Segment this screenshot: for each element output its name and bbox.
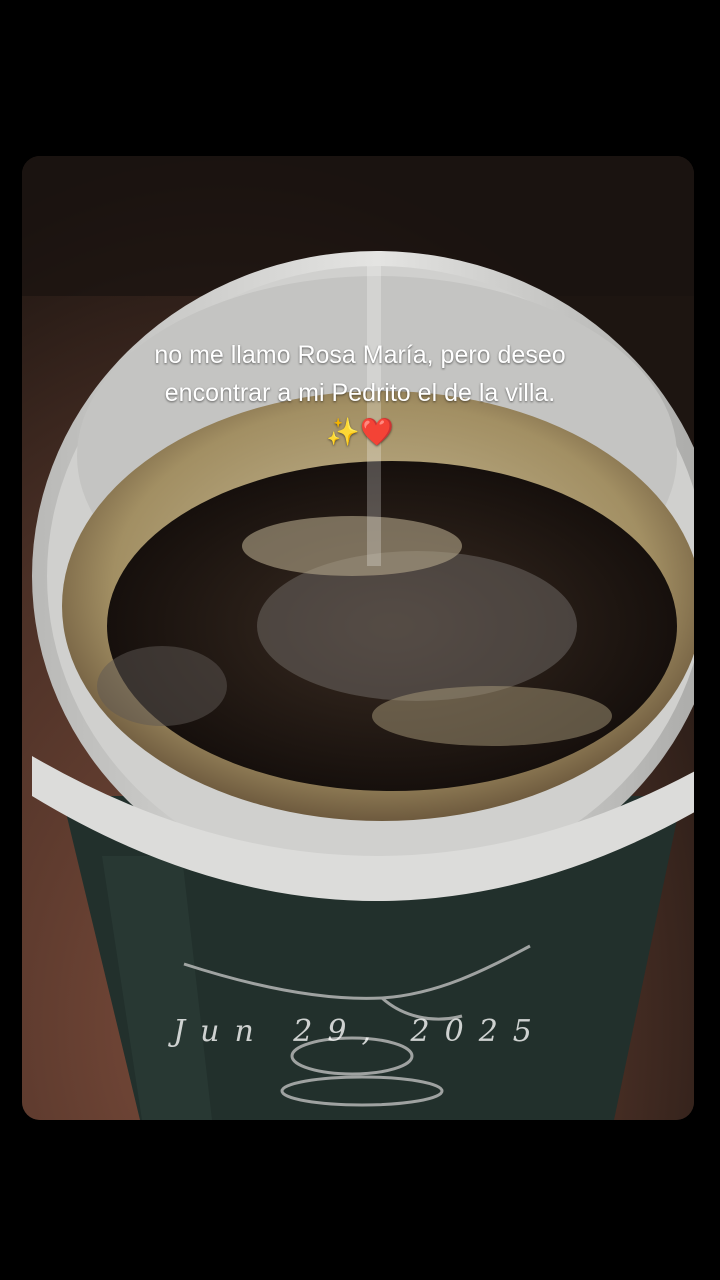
caption-line-1: no me llamo Rosa María, pero deseo [154, 341, 566, 369]
caption-emoji: ✨❤️ [60, 412, 660, 452]
coffee-cup-photo [22, 156, 694, 1120]
caption-line-2: encontrar a mi Pedrito el de la villa. [164, 379, 556, 407]
sparkles-icon: ✨ [326, 417, 360, 447]
date-stamp: Jun 29, 2025 [173, 1014, 547, 1049]
caption-text: no me llamo Rosa María, pero deseo encon… [60, 336, 660, 452]
photo-frame [22, 156, 694, 1120]
heart-icon: ❤️ [360, 417, 394, 447]
